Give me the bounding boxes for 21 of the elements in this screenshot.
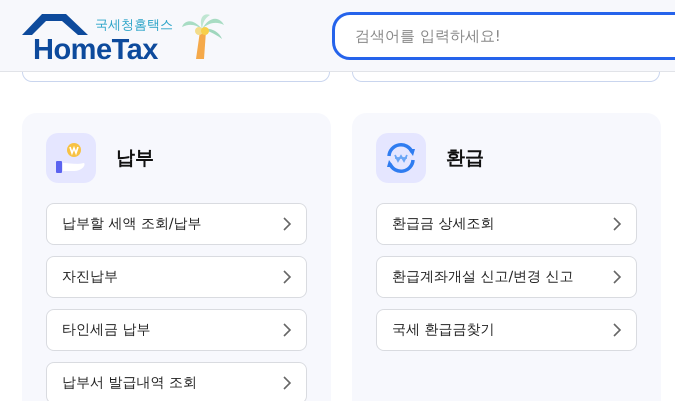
search-field[interactable]: 검색어를 입력하세요! xyxy=(332,12,675,60)
chevron-right-icon xyxy=(282,322,292,338)
refund-cycle-icon xyxy=(384,141,418,175)
chevron-right-icon xyxy=(612,269,622,285)
menu-link[interactable]: 납부할 세액 조회/납부 xyxy=(46,203,307,245)
menu-link[interactable]: 납부서 발급내역 조회 xyxy=(46,362,307,401)
logo-caption: 국세청홈택스 xyxy=(95,16,173,34)
menu-link[interactable]: 타인세금 납부 xyxy=(46,309,307,351)
chevron-right-icon xyxy=(282,216,292,232)
menu-link[interactable]: 국세 환급금찾기 xyxy=(376,309,637,351)
chevron-right-icon xyxy=(282,375,292,391)
menu-link[interactable]: 자진납부 xyxy=(46,256,307,298)
palm-tree-icon xyxy=(180,12,226,60)
menu-link[interactable]: 환급계좌개설 신고/변경 신고 xyxy=(376,256,637,298)
chevron-right-icon xyxy=(612,216,622,232)
chevron-right-icon xyxy=(612,322,622,338)
menu-link[interactable]: 환급금 상세조회 xyxy=(376,203,637,245)
chevron-right-icon xyxy=(282,269,292,285)
logo-title: HomeTax xyxy=(33,36,158,64)
panel-title: 환급 xyxy=(446,146,484,171)
panel-title: 납부 xyxy=(116,146,154,171)
